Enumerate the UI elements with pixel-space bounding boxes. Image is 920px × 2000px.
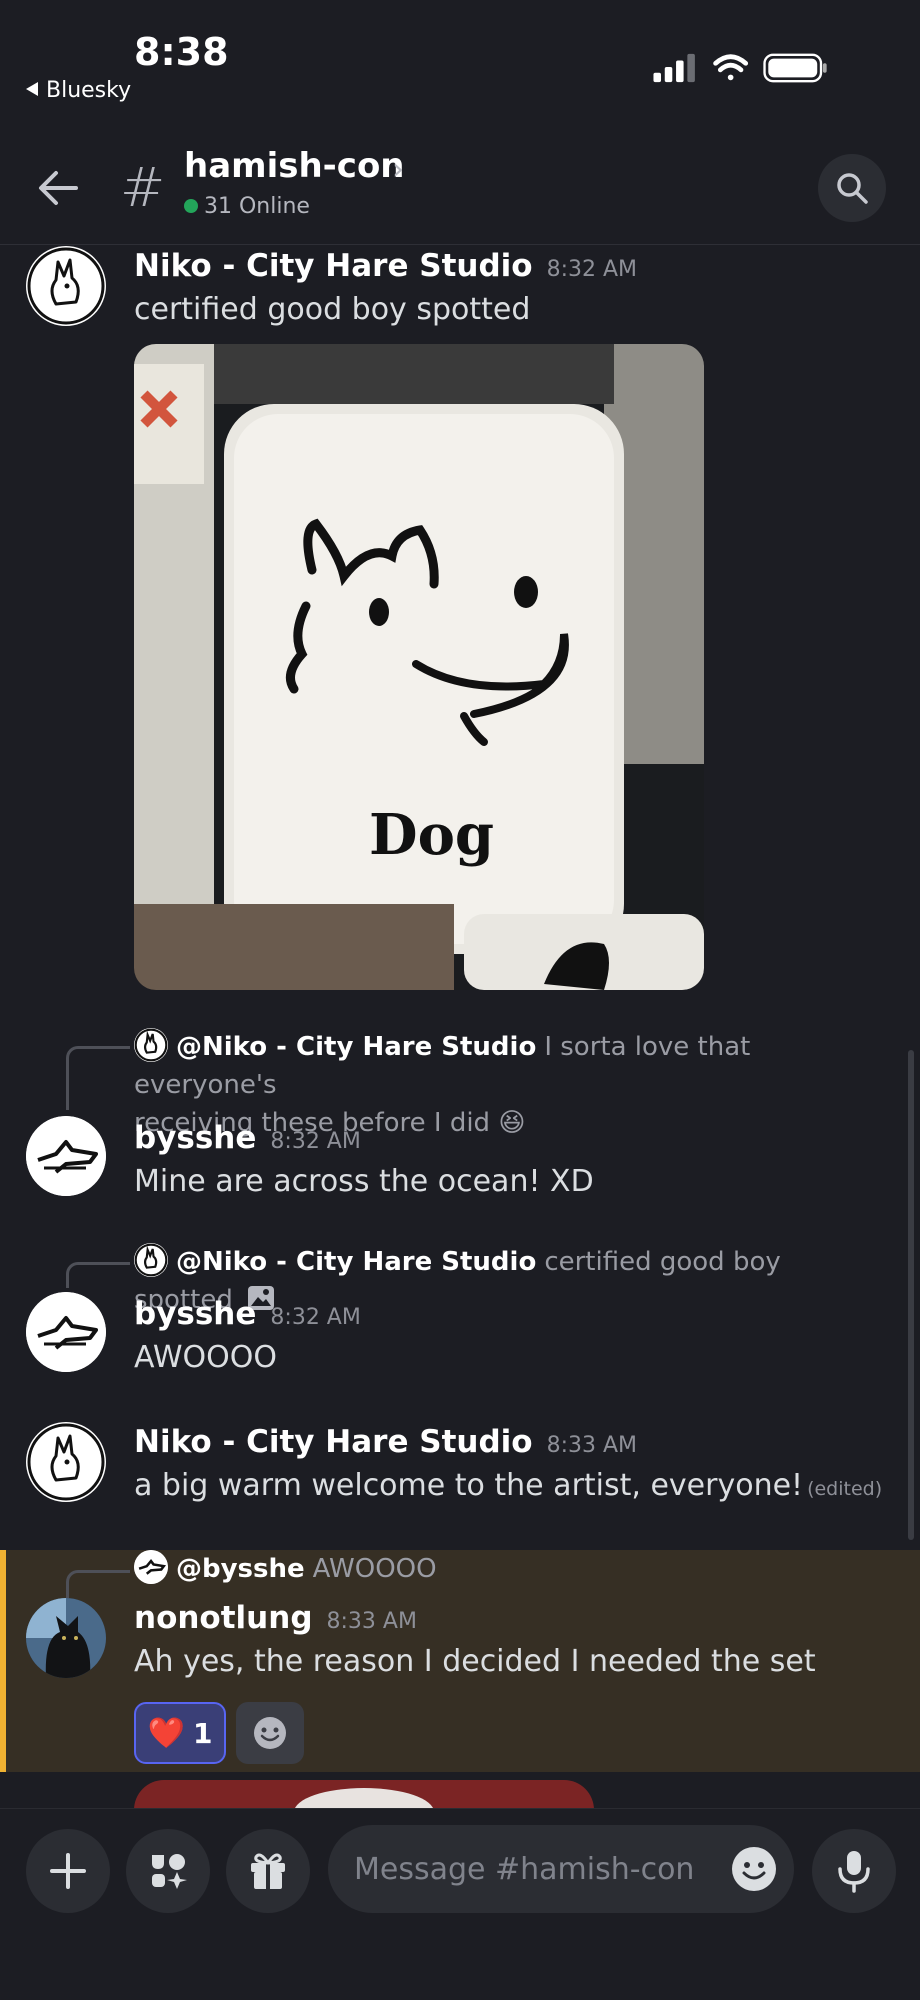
wifi-icon <box>713 54 749 81</box>
search-icon <box>837 173 868 204</box>
reaction-count: 1 <box>192 1716 213 1750</box>
status-bar: 8:38 Bluesky <box>0 0 920 130</box>
message-timestamp: 8:32 AM <box>270 1129 361 1154</box>
apps-button[interactable] <box>126 1829 210 1913</box>
edited-tag: (edited) <box>807 1478 883 1500</box>
online-count: 31 Online <box>184 194 310 219</box>
avatar[interactable] <box>26 1598 106 1678</box>
avatar[interactable] <box>26 1116 106 1196</box>
cellular-signal-icon <box>653 53 695 83</box>
reply-author: @bysshe <box>176 1554 305 1584</box>
battery-icon <box>763 53 827 83</box>
apps-icon <box>152 1854 187 1889</box>
plus-icon <box>50 1853 86 1889</box>
search-button[interactable] <box>818 154 886 222</box>
add-reaction-button[interactable] <box>236 1702 304 1764</box>
message-text: a big warm welcome to the artist, everyo… <box>134 1468 883 1503</box>
avatar[interactable] <box>26 1292 106 1372</box>
add-reaction-icon <box>254 1717 286 1749</box>
message-timestamp: 8:33 AM <box>546 1433 638 1458</box>
message-author[interactable]: Niko - City Hare Studio 8:33 AM <box>134 1424 637 1460</box>
message-author[interactable]: nonotlung 8:33 AM <box>134 1600 417 1636</box>
message-input[interactable]: Message #hamish-con <box>328 1825 794 1913</box>
channel-name[interactable]: hamish-con <box>184 146 405 186</box>
gift-icon <box>251 1853 285 1889</box>
back-to-app-link[interactable]: Bluesky <box>26 78 131 103</box>
image-attachment[interactable]: Dog <box>134 344 704 990</box>
gift-button[interactable] <box>226 1829 310 1913</box>
chevron-right-icon[interactable]: › <box>392 152 404 187</box>
reply-connector <box>66 1046 130 1110</box>
emoji-icon[interactable] <box>730 1845 778 1893</box>
reply-author: @Niko - City Hare Studio <box>176 1247 537 1277</box>
dog-avatar-icon <box>134 1550 168 1584</box>
message-author[interactable]: Niko - City Hare Studio 8:32 AM <box>134 248 637 284</box>
cat-photo-avatar <box>26 1598 106 1678</box>
reply-connector <box>66 1262 130 1288</box>
reply-author: @Niko - City Hare Studio <box>176 1032 537 1062</box>
mahjong-dog-tile-photo: Dog <box>134 344 704 990</box>
reaction-heart[interactable]: ❤️ 1 <box>134 1702 226 1764</box>
message-author[interactable]: bysshe 8:32 AM <box>134 1296 361 1332</box>
avatar[interactable] <box>26 246 106 326</box>
hare-avatar-icon <box>134 1243 168 1277</box>
hare-avatar-icon <box>27 1423 105 1501</box>
add-attachment-button[interactable] <box>26 1829 110 1913</box>
microphone-icon <box>838 1851 870 1893</box>
channel-header: # hamish-con › 31 Online <box>0 130 920 245</box>
message-timestamp: 8:32 AM <box>546 257 638 282</box>
message-text: AWOOOO <box>134 1340 277 1375</box>
laughing-emoji: 😆 <box>498 1108 526 1138</box>
message-text: certified good boy spotted <box>134 292 531 327</box>
back-triangle-icon <box>26 82 38 96</box>
dog-avatar-icon <box>26 1116 106 1196</box>
voice-message-button[interactable] <box>812 1829 896 1913</box>
mini-avatar <box>134 1243 168 1277</box>
back-app-label: Bluesky <box>46 78 132 103</box>
mini-avatar <box>134 1028 168 1062</box>
heart-icon: ❤️ <box>147 1715 185 1751</box>
message-text: Ah yes, the reason I decided I needed th… <box>134 1644 816 1679</box>
mini-avatar <box>134 1550 168 1584</box>
attachment-peek-shape <box>294 1788 434 1810</box>
message-text: Mine are across the ocean! XD <box>134 1164 594 1199</box>
scrollbar[interactable] <box>908 1050 914 1540</box>
message-timestamp: 8:32 AM <box>270 1305 361 1330</box>
next-message-attachment-peek <box>134 1780 594 1810</box>
hare-avatar-icon <box>134 1028 168 1062</box>
tile-caption: Dog <box>369 802 494 868</box>
hash-icon: # <box>120 156 166 219</box>
hare-avatar-icon <box>27 247 105 325</box>
message-composer: Message #hamish-con <box>0 1808 920 2000</box>
message-timestamp: 8:33 AM <box>326 1609 417 1634</box>
online-dot <box>184 199 198 213</box>
reply-preview[interactable]: @bysshe AWOOOO <box>134 1550 874 1588</box>
message-author[interactable]: bysshe 8:32 AM <box>134 1120 361 1156</box>
clock: 8:38 <box>134 30 229 74</box>
reply-text: AWOOOO <box>312 1554 437 1584</box>
status-icons <box>653 53 827 83</box>
back-arrow-icon[interactable] <box>36 168 80 208</box>
message-placeholder: Message #hamish-con <box>354 1851 695 1887</box>
dog-avatar-icon <box>26 1292 106 1372</box>
avatar[interactable] <box>26 1422 106 1502</box>
